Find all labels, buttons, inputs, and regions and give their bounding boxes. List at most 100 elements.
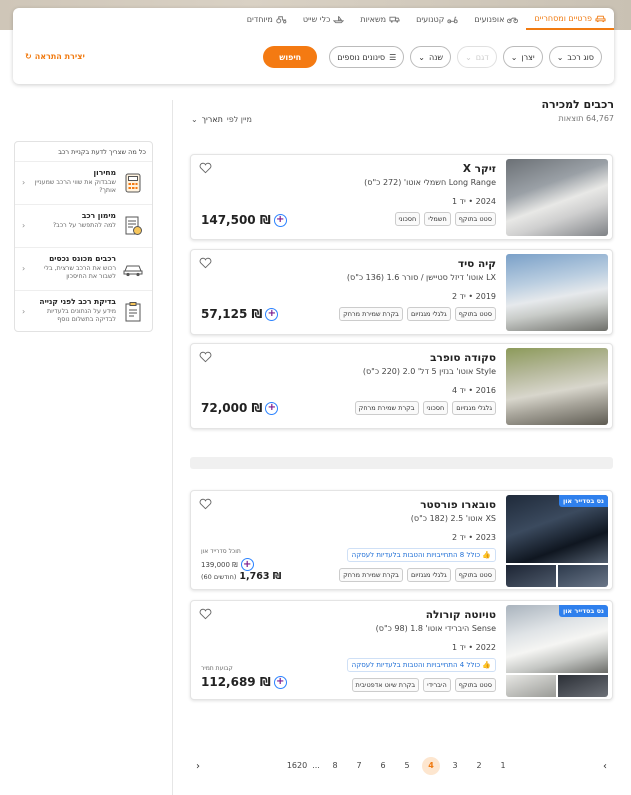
listing-info: קיה סיד LX אוטו' דיזל סטיישן / סורר 1.6 … bbox=[339, 258, 496, 321]
model-select[interactable]: דגם ⌄ bbox=[457, 46, 497, 68]
page-link[interactable]: 5 bbox=[395, 757, 419, 775]
tab-label: כלי שייט bbox=[302, 14, 331, 24]
car-type-select[interactable]: סוג רכב ⌄ bbox=[548, 46, 602, 68]
feature-tag: חסכוני bbox=[422, 401, 449, 415]
car-details: LX אוטו' דיזל סטיישן / סורר 1.6 (136 כ"ס… bbox=[346, 273, 496, 282]
checklist-icon bbox=[125, 302, 141, 322]
feature-tag: גלגלי מגנזיום bbox=[406, 307, 451, 321]
feature-tag: גלגלי מגנזיום bbox=[452, 401, 496, 415]
listing-card[interactable]: קיה סיד LX אוטו' דיזל סטיישן / סורר 1.6 … bbox=[190, 249, 613, 335]
feature-tag: גלגלי מגנזיום bbox=[406, 568, 451, 582]
dealer-badge: נס בסדייר און bbox=[558, 495, 608, 507]
scooter-icon bbox=[447, 16, 459, 23]
listing-card[interactable]: סקודה סופרב Style אוטו' בנזין 5 דל' 2.0 … bbox=[190, 343, 613, 429]
photo-thumbnails bbox=[506, 565, 608, 587]
more-filters-button[interactable]: ☰ סינונים נוספים bbox=[329, 46, 405, 68]
heart-icon[interactable] bbox=[199, 257, 212, 269]
car-photo[interactable]: נס בסדייר און bbox=[506, 605, 608, 673]
price: 57,125 ₪ + bbox=[201, 307, 279, 321]
next-page-arrow-icon[interactable]: › bbox=[597, 761, 613, 772]
price-value: 1,763 ₪ bbox=[239, 571, 282, 582]
page-link[interactable]: 6 bbox=[371, 757, 395, 775]
tab-private-commercial[interactable]: פרטיים ומסחריים bbox=[526, 8, 614, 30]
finance-benefits-link[interactable]: 👍 כולל 4 התחייבויות והטבות בלעדיות לעסקה bbox=[346, 658, 496, 672]
sidebar-item-repossessed-cars[interactable]: רכבים מכונס נכסים רכוש את הרכב שרצית, בל… bbox=[15, 248, 152, 291]
car-photo-gallery[interactable]: נס בסדייר און bbox=[506, 605, 608, 697]
car-year-hand: 2022 • יד 1 bbox=[452, 643, 496, 652]
sidebar-item-pre-purchase-check[interactable]: בדיקת רכב לפני קנייה מידע על הנתונים בלע… bbox=[15, 291, 152, 334]
tab-special[interactable]: מיוחדים bbox=[239, 8, 295, 30]
heart-icon[interactable] bbox=[199, 608, 212, 620]
truck-icon bbox=[389, 16, 400, 23]
page-link[interactable]: 1 bbox=[491, 757, 515, 775]
finance-benefits-link[interactable]: 👍 כולל 8 התחייבויות והטבות בלעדיות לעסקה bbox=[346, 548, 496, 562]
create-alert-link[interactable]: יצירת התראה ↻ bbox=[25, 52, 85, 61]
plus-badge-icon[interactable]: + bbox=[240, 558, 254, 571]
search-button[interactable]: חיפוש bbox=[263, 46, 318, 68]
photo-thumbnail[interactable] bbox=[506, 675, 556, 697]
page-link[interactable]: 8 bbox=[323, 757, 347, 775]
dealer-badge: נס בסדייר און bbox=[558, 605, 608, 617]
plus-badge-icon[interactable]: + bbox=[265, 307, 279, 321]
tab-label: פרטיים ומסחריים bbox=[534, 13, 592, 23]
feature-tag: סטט בתוקף bbox=[454, 678, 496, 692]
prev-page-arrow-icon[interactable]: ‹ bbox=[190, 761, 206, 772]
listing-card[interactable]: נס בסדייר און סובארו פורסטר XS אוטו' 2.5… bbox=[190, 490, 613, 590]
buying-guide-sidebar: כל מה שצריך לדעת בקניית רכב מחירון שבבדו… bbox=[14, 141, 153, 332]
price: 72,000 ₪ + bbox=[201, 401, 279, 415]
plus-badge-icon[interactable]: + bbox=[273, 675, 287, 689]
tab-scooters[interactable]: קטנועים bbox=[408, 8, 466, 30]
monthly-months: (60 חודשים) bbox=[201, 572, 237, 581]
sidebar-item-desc: שבבדוק את שווי הרכב שמעניין אותך? bbox=[34, 179, 116, 194]
heart-icon[interactable] bbox=[199, 351, 212, 363]
listing-card[interactable]: נס בסדייר און טויוטה קורולה Sense היבריד… bbox=[190, 600, 613, 700]
sort-dropdown[interactable]: מיין לפי תאריך ⌄ bbox=[191, 115, 252, 124]
photo-thumbnail[interactable] bbox=[558, 675, 608, 697]
chevron-left-icon: ‹ bbox=[22, 307, 26, 316]
document-coin-icon bbox=[125, 216, 142, 235]
page-link[interactable]: 3 bbox=[443, 757, 467, 775]
car-photo[interactable] bbox=[506, 348, 608, 425]
car-photo[interactable] bbox=[506, 159, 608, 236]
heart-icon[interactable] bbox=[199, 162, 212, 174]
year-label: שנה bbox=[428, 52, 444, 62]
car-photo[interactable]: נס בסדייר און bbox=[506, 495, 608, 563]
photo-thumbnail[interactable] bbox=[506, 565, 556, 587]
feature-tag: בקרת שמירת מרחק bbox=[339, 307, 403, 321]
listing-card[interactable]: זיקר X Long Range חשמלי אוטו' (272 כ"ס) … bbox=[190, 154, 613, 240]
tab-motorcycles[interactable]: אופנועים bbox=[466, 8, 526, 30]
plus-badge-icon[interactable]: + bbox=[273, 213, 287, 227]
price-value: 57,125 ₪ bbox=[201, 307, 263, 321]
sidebar-header: כל מה שצריך לדעת בקניית רכב bbox=[15, 142, 152, 162]
car-name: קיה סיד bbox=[457, 258, 496, 270]
tab-trucks[interactable]: משאיות bbox=[352, 8, 408, 30]
price-value: 112,689 ₪ bbox=[201, 675, 271, 689]
car-photo[interactable] bbox=[506, 254, 608, 331]
tab-boats[interactable]: כלי שייט bbox=[295, 8, 353, 30]
car-name: סקודה סופרב bbox=[430, 352, 496, 364]
photo-thumbnail[interactable] bbox=[558, 565, 608, 587]
chevron-down-icon: ⌄ bbox=[418, 52, 425, 62]
plus-badge-icon[interactable]: + bbox=[265, 401, 279, 415]
feature-tags: סטט בתוקף היברידי בקרת שיוט אדפטיבית bbox=[347, 678, 496, 692]
feature-tags: גלגלי מגנזיום חסכוני בקרת שמירת מרחק bbox=[354, 401, 496, 415]
page-link[interactable]: 7 bbox=[347, 757, 371, 775]
chevron-down-icon: ⌄ bbox=[556, 52, 564, 62]
feature-tag: בקרת שיוט אדפטיבית bbox=[351, 678, 420, 692]
page-link[interactable]: 2 bbox=[467, 757, 491, 775]
car-photo-gallery[interactable]: נס בסדייר און bbox=[506, 495, 608, 587]
column-divider bbox=[172, 100, 173, 795]
car-name: זיקר X bbox=[462, 163, 496, 175]
more-filters-label: סינונים נוספים bbox=[337, 52, 386, 62]
chevron-left-icon: ‹ bbox=[22, 178, 26, 187]
heart-icon[interactable] bbox=[199, 498, 212, 510]
manufacturer-select[interactable]: יצרן ⌄ bbox=[502, 46, 543, 68]
sidebar-item-price-list[interactable]: מחירון שבבדוק את שווי הרכב שמעניין אותך?… bbox=[15, 162, 152, 205]
page-link-active[interactable]: 4 bbox=[422, 757, 440, 775]
page-link[interactable]: 1620 bbox=[285, 757, 309, 775]
page-ellipsis: ... bbox=[312, 761, 320, 770]
year-select[interactable]: שנה ⌄ bbox=[410, 46, 452, 68]
search-panel: פרטיים ומסחריים אופנועים קטנועים משאיות … bbox=[13, 8, 614, 84]
sort-value: תאריך bbox=[201, 115, 223, 124]
sidebar-item-car-financing[interactable]: מימון רכב למה להתפשר על רכב? ‹ bbox=[15, 205, 152, 248]
